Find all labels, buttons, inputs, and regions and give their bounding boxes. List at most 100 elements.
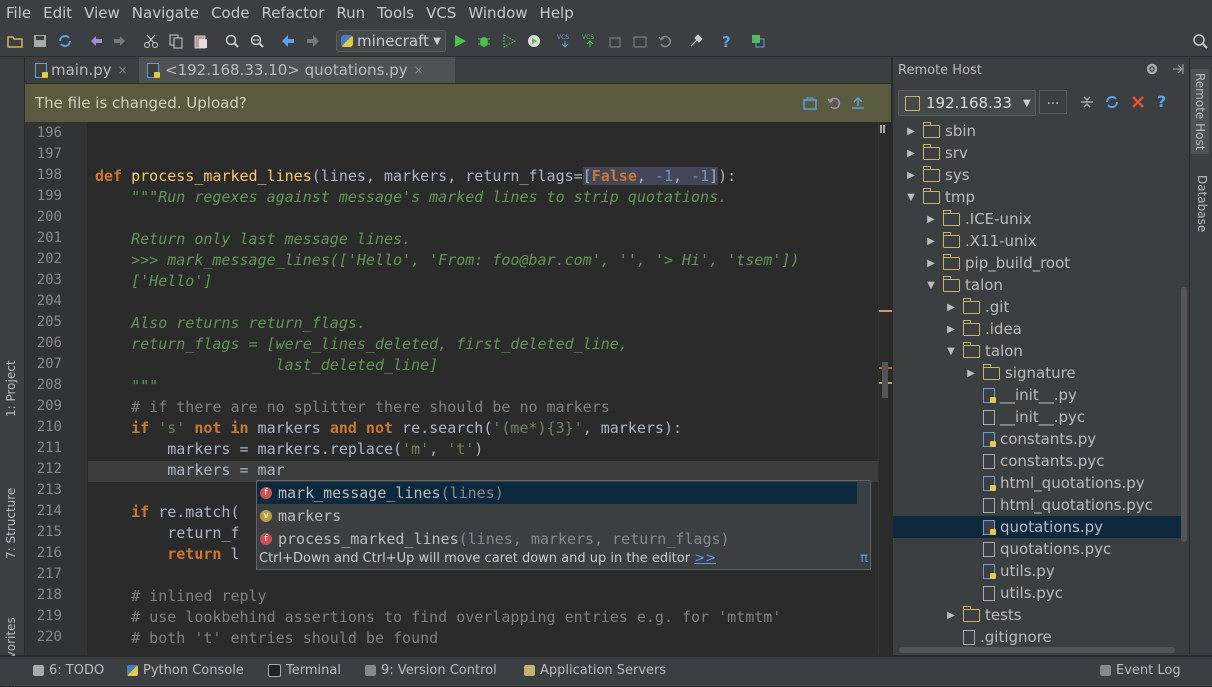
search-icon[interactable] (1192, 33, 1208, 49)
expanded-arrow-icon[interactable]: ▼ (925, 280, 937, 291)
tab-quotations-py[interactable]: <192.168.33.10> quotations.py × (139, 57, 455, 83)
tree-node[interactable]: ▶.git (893, 296, 1181, 318)
coverage-icon[interactable] (501, 33, 517, 49)
tree-node[interactable]: constants.py (893, 428, 1181, 450)
menu-run[interactable]: Run (330, 4, 371, 22)
collapse-all-icon[interactable] (1080, 95, 1094, 113)
sync-icon[interactable] (57, 33, 73, 49)
tree-node[interactable]: quotations.pyc (893, 538, 1181, 560)
menu-navigate[interactable]: Navigate (126, 4, 205, 22)
database-tool-tab[interactable]: Database (1195, 175, 1209, 232)
tree-node[interactable]: quotations.py (893, 516, 1181, 538)
collapsed-arrow-icon[interactable]: ▶ (905, 148, 917, 159)
save-icon[interactable] (32, 33, 48, 49)
collapsed-arrow-icon[interactable]: ▶ (965, 368, 977, 379)
redo-icon[interactable] (112, 33, 128, 49)
tree-node[interactable]: .gitignore (893, 626, 1181, 648)
settings-icon[interactable] (688, 33, 704, 49)
collapsed-arrow-icon[interactable]: ▶ (925, 214, 937, 225)
vcs-commit-icon[interactable]: VCS (582, 33, 598, 49)
tree-node[interactable]: utils.pyc (893, 582, 1181, 604)
vcs-history-icon[interactable] (632, 33, 648, 49)
menu-vcs[interactable]: VCS (420, 4, 462, 22)
menu-code[interactable]: Code (205, 4, 255, 22)
menu-edit[interactable]: Edit (37, 4, 78, 22)
collapsed-arrow-icon[interactable]: ▶ (945, 302, 957, 313)
back-icon[interactable] (280, 33, 296, 49)
replace-icon[interactable] (249, 33, 265, 49)
compare-icon[interactable] (803, 96, 817, 114)
menu-view[interactable]: View (78, 4, 126, 22)
tree-node[interactable]: ▼tmp (893, 186, 1181, 208)
tree-node[interactable]: ▶sys (893, 164, 1181, 186)
host-select[interactable]: 192.168.33 ▼ (898, 90, 1036, 116)
refresh-icon[interactable] (1105, 95, 1119, 113)
open-folder-icon[interactable] (7, 33, 23, 49)
scroll-thumb[interactable] (882, 362, 888, 398)
collapsed-arrow-icon[interactable]: ▶ (905, 126, 917, 137)
tree-node[interactable]: constants.pyc (893, 450, 1181, 472)
vcs-update-icon[interactable]: VCS (557, 33, 573, 49)
copy-icon[interactable] (168, 33, 184, 49)
hide-panel-icon[interactable] (1171, 62, 1185, 80)
completion-item[interactable]: f mark_message_lines (lines) (257, 482, 857, 504)
tree-node[interactable]: ▼talon (893, 274, 1181, 296)
tree-node[interactable]: __init__.py (893, 384, 1181, 406)
run-config-select[interactable]: minecraft ▼ (336, 30, 446, 52)
expanded-arrow-icon[interactable]: ▼ (945, 346, 957, 357)
close-icon[interactable] (1131, 95, 1145, 113)
todo-tool-button[interactable]: 6: TODO (33, 663, 104, 678)
more-button[interactable]: ... (1039, 90, 1067, 114)
collapsed-arrow-icon[interactable]: ▶ (925, 258, 937, 269)
collapsed-arrow-icon[interactable]: ▶ (945, 324, 957, 335)
profile-icon[interactable] (526, 33, 542, 49)
completion-item[interactable]: f process_marked_lines (lines, markers, … (257, 528, 857, 550)
editor-scrollbar[interactable] (878, 122, 892, 655)
tree-node[interactable]: ▶sbin (893, 120, 1181, 142)
remote-host-tool-tab[interactable]: Remote Host (1191, 69, 1209, 154)
collapsed-arrow-icon[interactable]: ▶ (925, 236, 937, 247)
close-icon[interactable]: × (118, 63, 128, 77)
upload-icon[interactable] (851, 96, 865, 114)
paste-icon[interactable] (193, 33, 209, 49)
gear-icon[interactable] (1145, 62, 1159, 80)
vcs-compare-icon[interactable] (607, 33, 623, 49)
help-icon[interactable]: ? (719, 33, 735, 49)
python-console-button[interactable]: Python Console (127, 663, 244, 678)
completion-hint-link[interactable]: >> (694, 551, 716, 566)
revert-icon[interactable] (827, 96, 841, 114)
tree-node[interactable]: utils.py (893, 560, 1181, 582)
tree-node[interactable]: __init__.pyc (893, 406, 1181, 428)
application-servers-button[interactable]: Application Servers (524, 663, 666, 678)
tab-main-py[interactable]: main.py × (29, 57, 134, 83)
menu-refactor[interactable]: Refactor (255, 4, 330, 22)
undo-icon[interactable] (88, 33, 104, 49)
version-control-button[interactable]: 9: Version Control (365, 663, 497, 678)
tree-node[interactable]: html_quotations.pyc (893, 494, 1181, 516)
event-log-button[interactable]: Event Log (1100, 663, 1181, 678)
menu-window[interactable]: Window (462, 4, 533, 22)
vcs-revert-icon[interactable] (657, 33, 673, 49)
tree-scrollbar[interactable] (1181, 287, 1187, 542)
debug-icon[interactable] (476, 33, 492, 49)
collapsed-arrow-icon[interactable]: ▶ (905, 170, 917, 181)
horizontal-scrollbar[interactable] (899, 647, 1175, 653)
find-icon[interactable] (224, 33, 240, 49)
tree-node[interactable]: ▶srv (893, 142, 1181, 164)
expanded-arrow-icon[interactable]: ▼ (905, 192, 917, 203)
tree-node[interactable]: ▶.X11-unix (893, 230, 1181, 252)
pin-icon[interactable]: π (860, 551, 868, 566)
run-icon[interactable] (452, 33, 468, 49)
tree-node[interactable]: ▶.idea (893, 318, 1181, 340)
tree-node[interactable]: html_quotations.py (893, 472, 1181, 494)
completion-item[interactable]: v markers (257, 505, 857, 527)
tree-node[interactable]: ▶.ICE-unix (893, 208, 1181, 230)
menu-file[interactable]: File (0, 4, 37, 22)
tree-node[interactable]: ▼talon (893, 340, 1181, 362)
forward-icon[interactable] (305, 33, 321, 49)
tree-node[interactable]: ▶pip_build_root (893, 252, 1181, 274)
plugin-icon[interactable] (750, 33, 766, 49)
menu-help[interactable]: Help (534, 4, 580, 22)
menu-tools[interactable]: Tools (371, 4, 420, 22)
cut-icon[interactable] (143, 33, 159, 49)
